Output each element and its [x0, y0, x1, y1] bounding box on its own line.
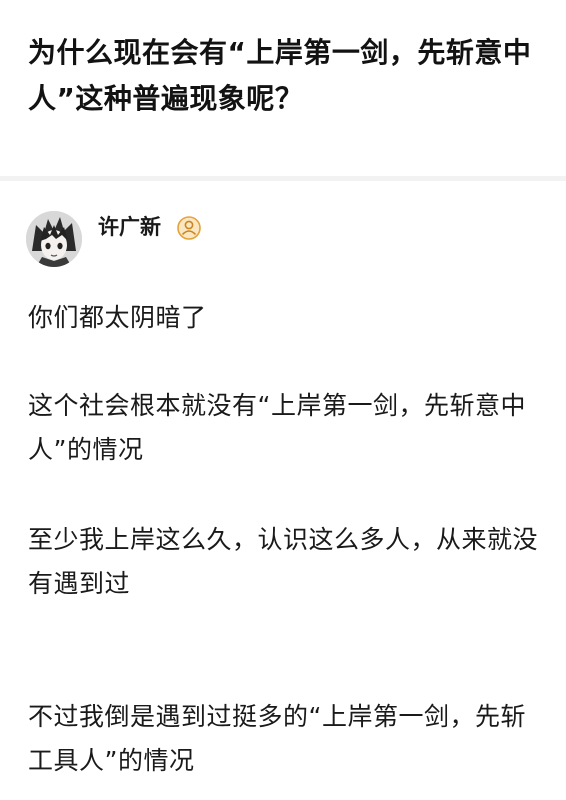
answer-paragraph: 你们都太阴暗了 — [28, 303, 207, 332]
answer-paragraph: 这个社会根本就没有“上岸第一剑，先斩意中人”的情况 — [28, 391, 526, 464]
author-info[interactable]: 许广新 — [26, 211, 526, 271]
author-avatar[interactable] — [26, 211, 82, 267]
answer-card: 许广新 你们都太阴暗了 这个社会根本就没有“上岸第一剑，先斩意中人”的情况 至少… — [0, 181, 566, 800]
author-name[interactable]: 许广新 — [98, 213, 161, 241]
answer-paragraph: 至少我上岸这么久，认识这么多人，从来就没有遇到过 — [28, 525, 539, 598]
anime-avatar-icon — [26, 211, 82, 267]
answer-paragraph: 不过我倒是遇到过挺多的“上岸第一剑，先斩工具人”的情况 — [28, 702, 526, 775]
user-badge-icon — [177, 216, 201, 240]
question-title[interactable]: 为什么现在会有“上岸第一剑，先斩意中人”这种普遍现象呢？ — [28, 30, 538, 122]
question-header: 为什么现在会有“上岸第一剑，先斩意中人”这种普遍现象呢？ — [0, 0, 566, 176]
